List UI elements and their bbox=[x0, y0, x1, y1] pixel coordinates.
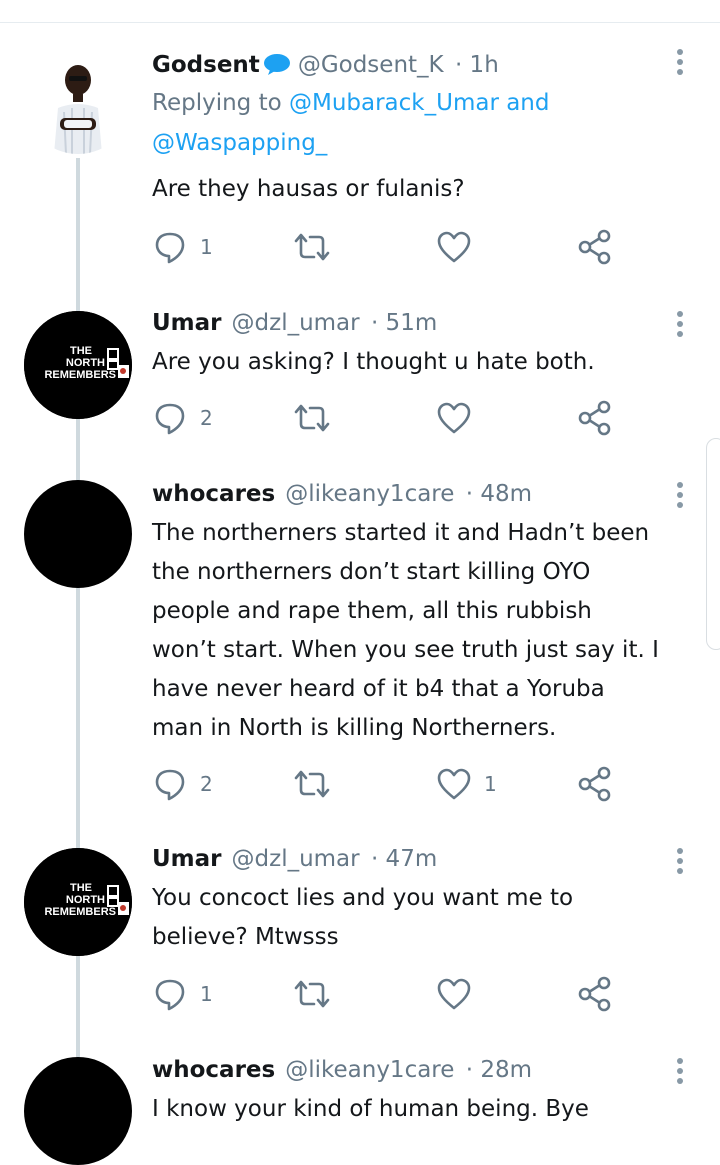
author-handle[interactable]: @likeany1care bbox=[285, 1057, 454, 1083]
logo-line-1: THE bbox=[70, 882, 92, 894]
like-count: 1 bbox=[484, 772, 497, 796]
share-icon bbox=[578, 400, 611, 436]
author-name[interactable]: Godsent bbox=[152, 52, 260, 78]
retweet-icon bbox=[294, 980, 330, 1008]
heart-icon bbox=[437, 768, 471, 800]
replying-prefix: Replying to bbox=[152, 90, 289, 116]
retweet-icon bbox=[294, 233, 330, 261]
tweet-time: · 48m bbox=[465, 481, 533, 507]
mention-mubarack[interactable]: @Mubarack_Umar bbox=[289, 90, 499, 116]
tweet-text: I know your kind of human being. Bye bbox=[152, 1096, 589, 1122]
like-button[interactable]: 1 bbox=[436, 764, 497, 804]
more-vertical-icon[interactable] bbox=[676, 49, 684, 79]
tweet-text: Are you asking? I thought u hate both. bbox=[152, 349, 595, 375]
replying-to: Replying to @Mubarack_Umar and @Waspappi… bbox=[152, 83, 662, 163]
top-divider bbox=[0, 22, 720, 23]
retweet-icon bbox=[294, 770, 330, 798]
tweet-text: Are they hausas or fulanis? bbox=[152, 176, 465, 202]
reply-button[interactable]: 1 bbox=[152, 974, 213, 1014]
tweet-actions: 1 bbox=[152, 974, 632, 1014]
like-button[interactable] bbox=[436, 227, 484, 267]
avatar[interactable] bbox=[24, 480, 132, 588]
avatar[interactable] bbox=[24, 1057, 132, 1165]
reply-icon bbox=[155, 403, 185, 435]
author-handle[interactable]: @dzl_umar bbox=[232, 846, 360, 872]
more-vertical-icon[interactable] bbox=[676, 482, 684, 512]
tweet-time: · 28m bbox=[465, 1057, 533, 1083]
reply-count: 1 bbox=[200, 982, 213, 1006]
reply-button[interactable]: 1 bbox=[152, 227, 213, 267]
verified-badge-icon bbox=[263, 54, 290, 75]
share-button[interactable] bbox=[578, 398, 612, 438]
reply-icon bbox=[155, 979, 185, 1011]
logo-line-2: NORTH bbox=[66, 357, 105, 369]
reply-count: 2 bbox=[200, 772, 213, 796]
avatar[interactable] bbox=[24, 46, 132, 154]
tweet-actions: 2 bbox=[152, 398, 632, 438]
north-remembers-logo-icon: THE NORTH REMEMBERS bbox=[24, 311, 132, 419]
heart-icon bbox=[437, 402, 471, 434]
share-icon bbox=[578, 976, 611, 1012]
retweet-button[interactable] bbox=[292, 764, 332, 804]
author-handle[interactable]: @likeany1care bbox=[285, 481, 454, 507]
reply-icon bbox=[155, 232, 185, 264]
reply-button[interactable]: 2 bbox=[152, 398, 213, 438]
reply-count: 1 bbox=[200, 235, 213, 259]
north-remembers-logo-icon: THE NORTH REMEMBERS bbox=[24, 848, 132, 956]
retweet-button[interactable] bbox=[292, 974, 332, 1014]
retweet-button[interactable] bbox=[292, 227, 332, 267]
share-button[interactable] bbox=[578, 974, 612, 1014]
person-photo-icon bbox=[24, 46, 132, 154]
reply-count: 2 bbox=[200, 406, 213, 430]
tweet-text: You concoct lies and you want me to beli… bbox=[152, 885, 574, 950]
logo-line-3: REMEMBERS bbox=[44, 369, 116, 381]
logo-line-3: REMEMBERS bbox=[44, 906, 116, 918]
reply-and: and bbox=[498, 90, 550, 116]
share-icon bbox=[578, 229, 611, 265]
author-name[interactable]: Umar bbox=[152, 310, 222, 336]
more-vertical-icon[interactable] bbox=[676, 311, 684, 341]
like-button[interactable] bbox=[436, 974, 484, 1014]
heart-icon bbox=[437, 978, 471, 1010]
avatar[interactable]: THE NORTH REMEMBERS bbox=[24, 848, 132, 956]
author-name[interactable]: whocares bbox=[152, 1057, 275, 1083]
author-name[interactable]: Umar bbox=[152, 846, 222, 872]
tweet-actions: 2 1 bbox=[152, 764, 632, 804]
share-button[interactable] bbox=[578, 764, 612, 804]
share-button[interactable] bbox=[578, 227, 612, 267]
tweet-time: · 51m bbox=[370, 310, 438, 336]
more-vertical-icon[interactable] bbox=[676, 848, 684, 878]
reply-button[interactable]: 2 bbox=[152, 764, 213, 804]
author-handle[interactable]: @dzl_umar bbox=[232, 310, 360, 336]
more-vertical-icon[interactable] bbox=[676, 1058, 684, 1088]
retweet-icon bbox=[294, 404, 330, 432]
avatar[interactable]: THE NORTH REMEMBERS bbox=[24, 311, 132, 419]
retweet-button[interactable] bbox=[292, 398, 332, 438]
tweet-actions: 1 bbox=[152, 227, 632, 267]
tweet-text: The northerners started it and Hadn’t be… bbox=[152, 520, 659, 741]
tweet-time: · 47m bbox=[370, 846, 438, 872]
heart-icon bbox=[437, 231, 471, 263]
logo-line-1: THE bbox=[70, 345, 92, 357]
author-name[interactable]: whocares bbox=[152, 481, 275, 507]
author-handle[interactable]: @Godsent_K bbox=[298, 52, 444, 78]
mention-waspapping[interactable]: @Waspapping_ bbox=[152, 130, 327, 156]
share-icon bbox=[578, 766, 611, 802]
like-button[interactable] bbox=[436, 398, 484, 438]
tweet-time: · 1h bbox=[454, 52, 499, 78]
logo-line-2: NORTH bbox=[66, 894, 105, 906]
scroll-edge[interactable] bbox=[706, 438, 720, 650]
reply-icon bbox=[155, 769, 185, 801]
